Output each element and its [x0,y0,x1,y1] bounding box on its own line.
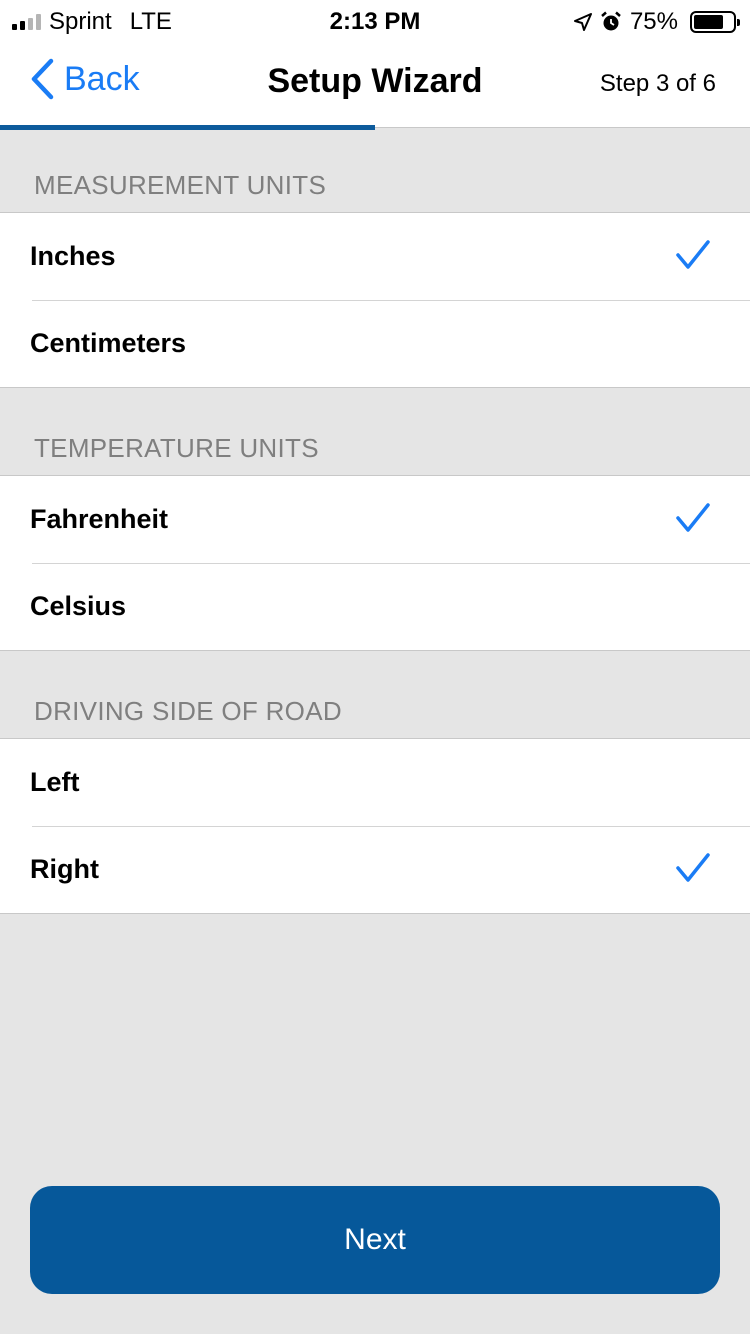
navigation-bar: Back Setup Wizard Step 3 of 6 [0,40,750,128]
option-label: Celsius [30,591,127,621]
driving-side-group: Left Right [0,738,750,914]
temperature-units-group: Fahrenheit Celsius [0,475,750,651]
status-right: 75% [573,8,740,36]
section-header-measurement-units: MEASUREMENT UNITS [34,170,327,200]
option-label: Right [30,854,99,884]
checkmark-icon [676,240,710,269]
measurement-units-group: Inches Centimeters [0,212,750,388]
alarm-icon [601,11,621,31]
status-bar: Sprint LTE 2:13 PM 75% [0,0,750,40]
option-celsius[interactable]: Celsius [0,563,750,650]
option-right[interactable]: Right [0,826,750,913]
option-label: Inches [30,241,116,271]
option-label: Centimeters [30,328,187,358]
option-left[interactable]: Left [0,739,750,826]
next-button[interactable]: Next [30,1186,720,1294]
checkmark-icon [676,853,710,882]
battery-percent: 75% [629,8,678,35]
checkmark-icon [676,503,710,532]
option-inches[interactable]: Inches [0,213,750,300]
location-arrow-icon [573,13,592,31]
option-centimeters[interactable]: Centimeters [0,300,750,387]
step-indicator: Step 3 of 6 [599,70,716,97]
section-header-driving-side: DRIVING SIDE OF ROAD [34,696,342,726]
option-label: Left [30,767,80,797]
option-label: Fahrenheit [30,504,169,534]
section-header-temperature-units: TEMPERATURE UNITS [34,433,319,463]
battery-icon [690,11,740,33]
option-fahrenheit[interactable]: Fahrenheit [0,476,750,563]
battery-fill [694,15,723,29]
